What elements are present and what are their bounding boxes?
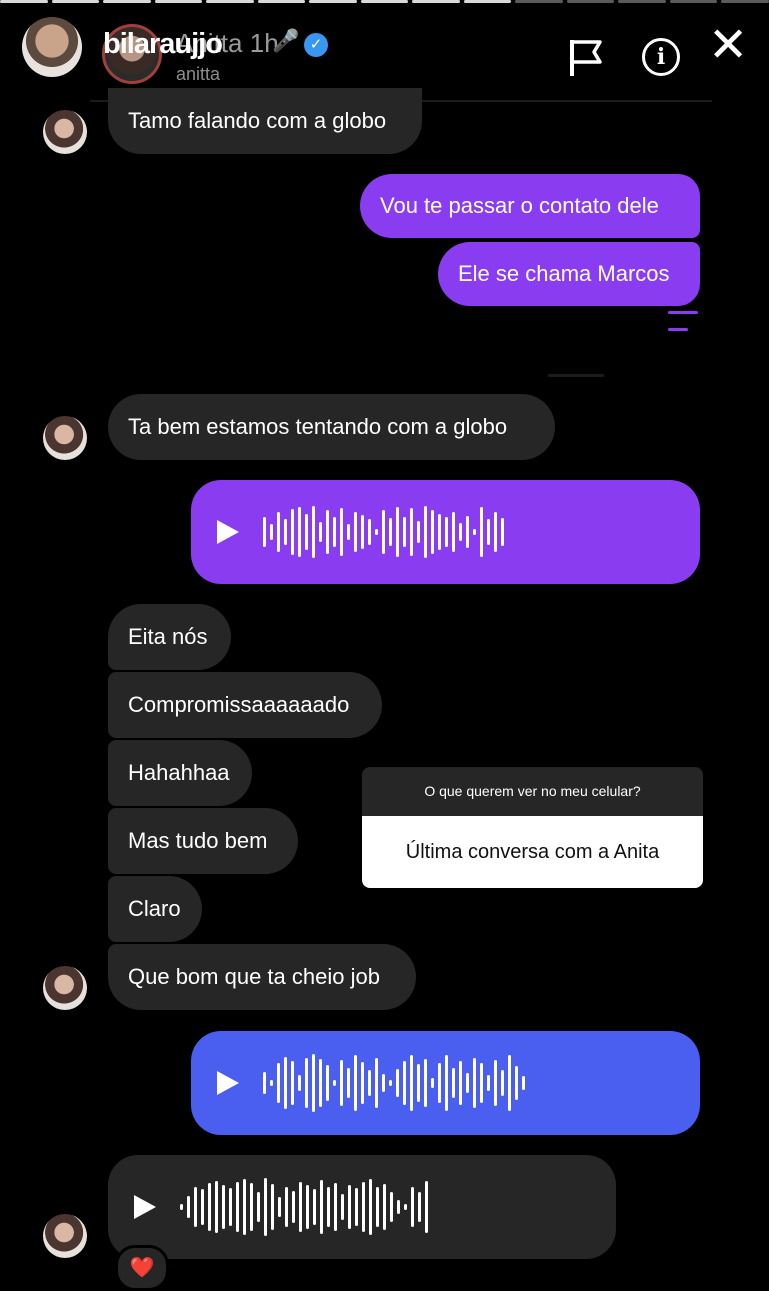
sticker-answer: Última conversa com a Anita [362, 816, 703, 888]
close-icon[interactable]: ✕ [708, 22, 748, 70]
incoming-message: Compromissaaaaaado [108, 672, 382, 738]
contact-avatar [43, 966, 87, 1010]
message-edge [668, 328, 688, 331]
play-icon[interactable] [134, 1195, 156, 1219]
message-edge [668, 311, 698, 314]
question-sticker[interactable]: O que querem ver no meu celular? Última … [362, 767, 703, 888]
story-progress-segment [463, 0, 512, 3]
story-progress-segment [103, 0, 151, 3]
voice-waveform [180, 1172, 428, 1242]
incoming-message: Claro [108, 876, 202, 942]
voice-waveform [263, 497, 504, 567]
voice-waveform [263, 1048, 525, 1118]
contact-avatar [43, 1214, 87, 1258]
incoming-message: Que bom que ta cheio job [108, 944, 416, 1010]
story-progress [0, 0, 769, 4]
contact-avatar [43, 416, 87, 460]
incoming-message: Hahahhaa [108, 740, 252, 806]
outgoing-voice-message[interactable] [191, 1031, 700, 1135]
story-progress-segment [257, 0, 306, 3]
incoming-message: Tamo falando com a globo [108, 88, 422, 154]
contact-avatar [43, 110, 87, 154]
story-progress-segment [206, 0, 254, 3]
heart-icon: ❤️ [115, 1245, 169, 1291]
story-owner-avatar[interactable] [22, 17, 82, 77]
outgoing-voice-message[interactable] [191, 480, 700, 584]
incoming-message: Ta bem estamos tentando com a globo [108, 394, 555, 460]
flag-icon[interactable] [568, 38, 604, 83]
play-icon[interactable] [217, 520, 239, 544]
outgoing-message: Vou te passar o contato dele [360, 174, 700, 238]
story-progress-segment [0, 0, 48, 3]
chat-contact-username: anitta [176, 64, 221, 84]
story-progress-segment [412, 0, 460, 3]
story-progress-segment [721, 0, 769, 3]
incoming-voice-message[interactable] [108, 1155, 616, 1259]
story-username[interactable]: bilaraujjo [103, 28, 223, 61]
story-progress-segment [515, 0, 563, 3]
microphone-icon: 🎤 [272, 28, 300, 53]
sticker-question: O que querem ver no meu celular? [362, 767, 703, 816]
story-progress-segment [566, 0, 615, 3]
incoming-message: Eita nós [108, 604, 231, 670]
verified-icon: ✓ [304, 33, 328, 57]
story-progress-segment [51, 0, 100, 3]
incoming-message: Mas tudo bem [108, 808, 298, 874]
separator [548, 374, 604, 377]
outgoing-message: Ele se chama Marcos [438, 242, 700, 306]
play-icon[interactable] [217, 1071, 239, 1095]
story-progress-segment [618, 0, 666, 3]
story-progress-segment [669, 0, 718, 3]
story-progress-segment [154, 0, 203, 3]
story-progress-segment [309, 0, 357, 3]
story-progress-segment [360, 0, 409, 3]
info-icon[interactable]: i [642, 38, 680, 76]
